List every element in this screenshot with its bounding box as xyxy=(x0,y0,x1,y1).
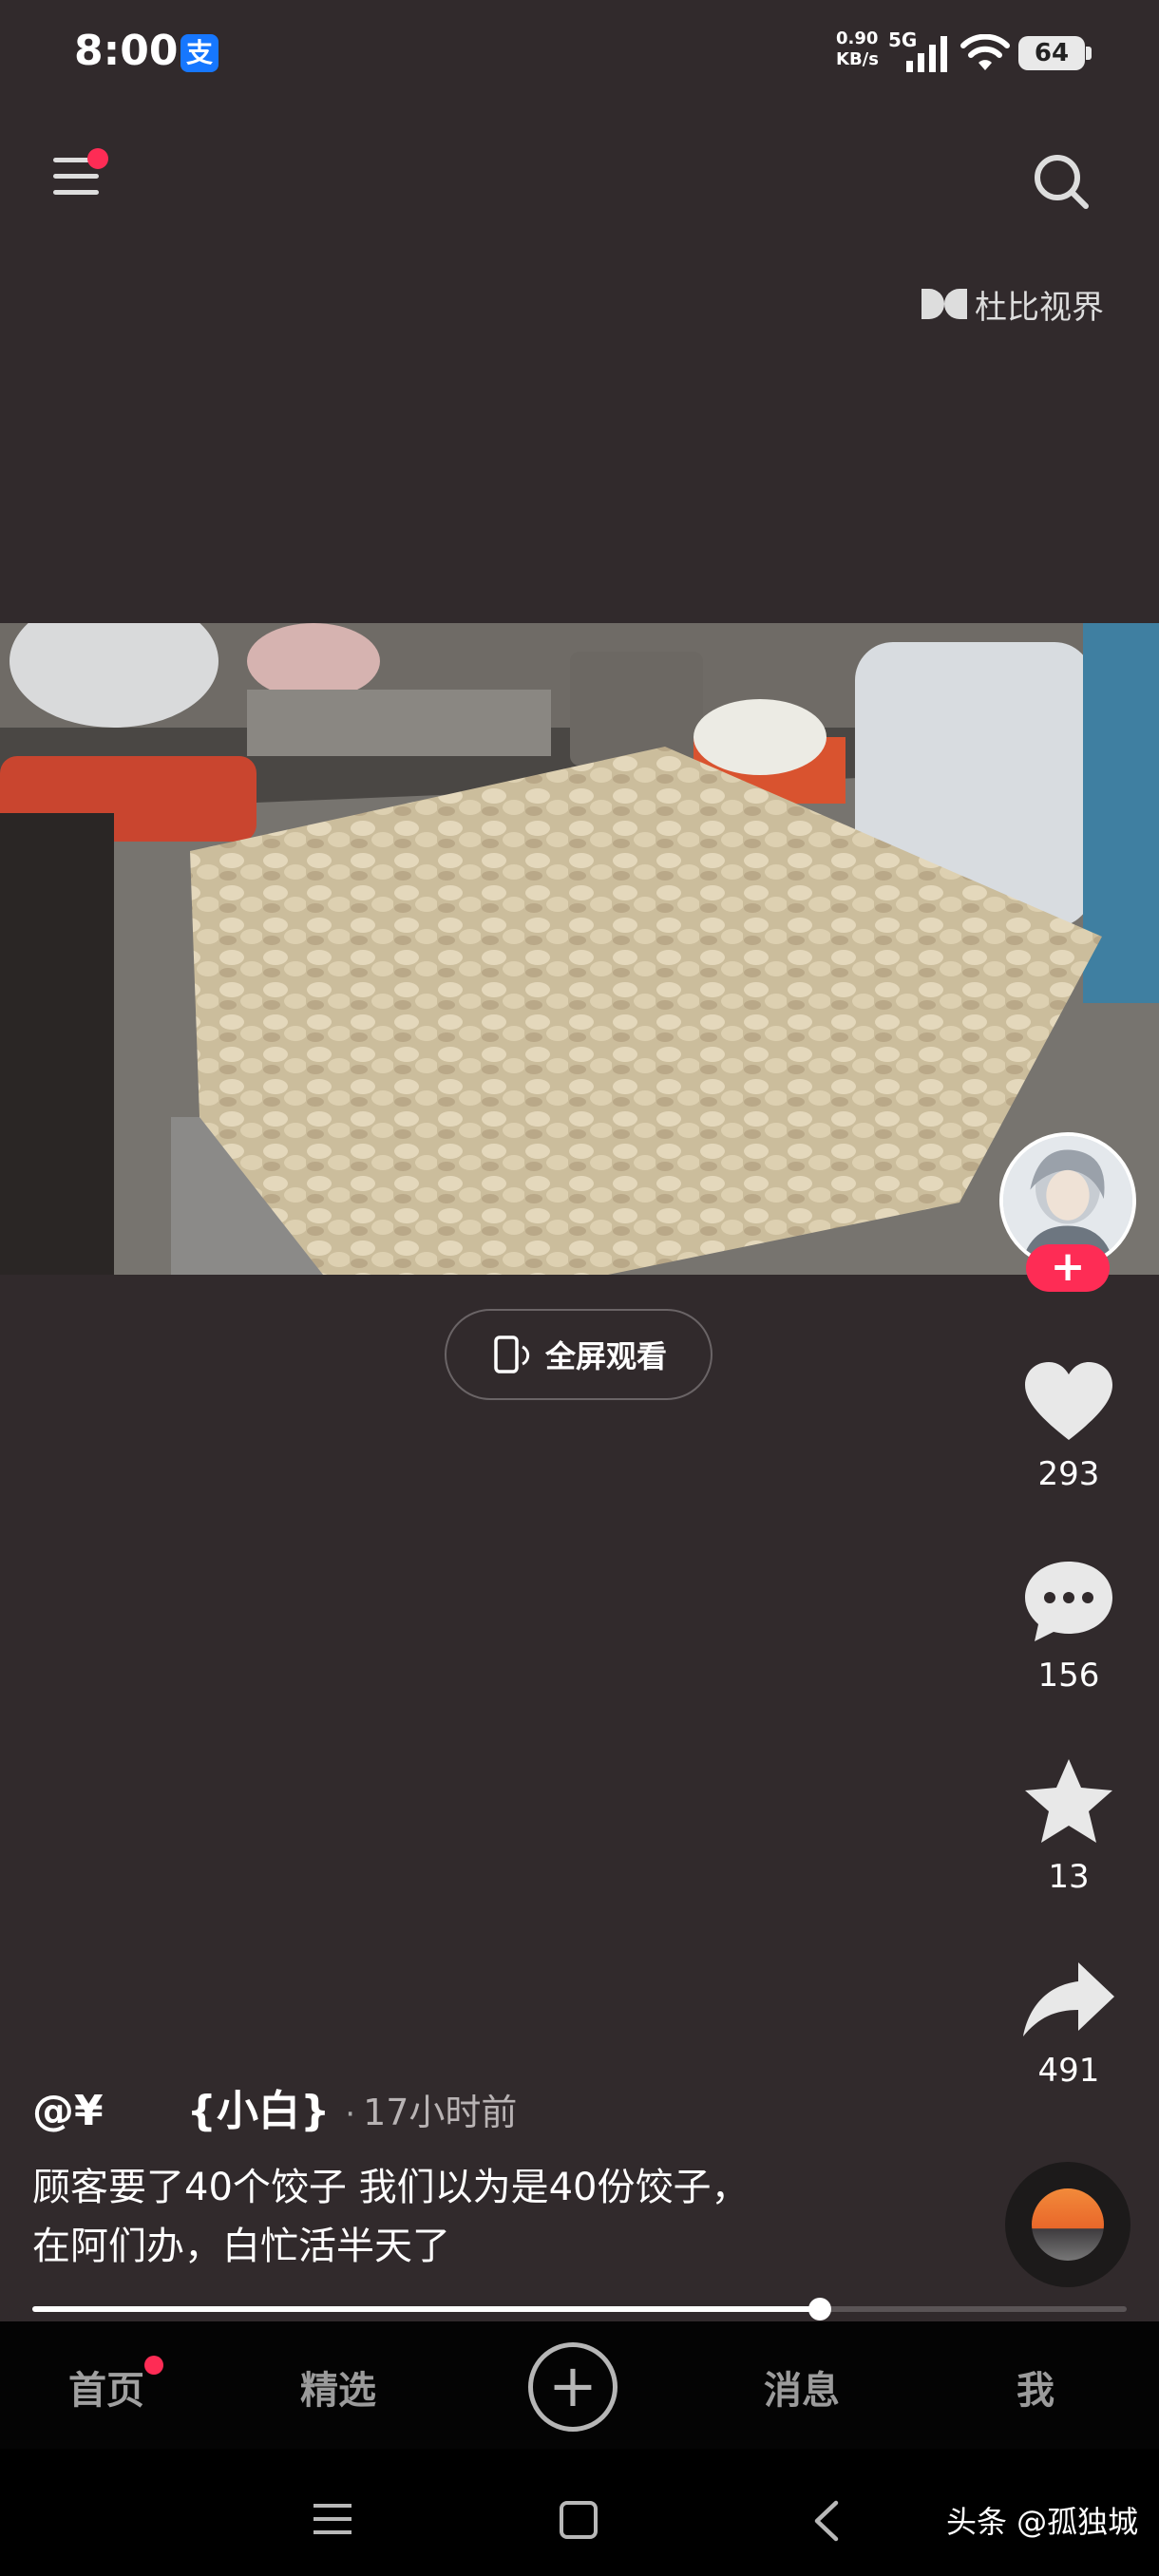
author-separator: · xyxy=(345,2095,356,2133)
fullscreen-label: 全屏观看 xyxy=(544,1338,667,1374)
rotate-screen-icon xyxy=(494,1335,530,1373)
author-line: @¥ {小白} · 17小时前 xyxy=(32,2076,517,2137)
share-count: 491 xyxy=(1037,2052,1100,2090)
status-bar: 8:00 支 0.90 KB/s 5G 64 xyxy=(0,0,1159,104)
post-time: 17小时前 xyxy=(363,2092,518,2133)
menu-notification-dot xyxy=(87,148,108,169)
dolby-label: 杜比视界 xyxy=(975,288,1104,327)
video-player[interactable] xyxy=(0,623,1159,1275)
network-speed-unit: KB/s xyxy=(836,49,879,69)
star-icon xyxy=(1025,1759,1112,1843)
network-speed: 0.90 KB/s xyxy=(836,28,893,70)
follow-button[interactable]: + xyxy=(1026,1244,1110,1292)
network-speed-value: 0.90 xyxy=(836,28,879,48)
author-name[interactable]: @¥ {小白} xyxy=(32,2076,330,2137)
recent-apps-icon[interactable] xyxy=(312,2500,353,2538)
bottom-nav: 首页 精选 + 消息 我 xyxy=(0,2321,1159,2449)
heart-icon xyxy=(1025,1362,1112,1440)
like-count: 293 xyxy=(1037,1455,1100,1493)
fullscreen-button[interactable]: 全屏观看 xyxy=(445,1309,712,1400)
video-frame-dumplings xyxy=(0,623,1159,1275)
alipay-notification-icon: 支 xyxy=(180,34,218,72)
caption-line: 在阿们办，白忙活半天了 xyxy=(32,2225,450,2268)
tab-me[interactable]: 我 xyxy=(1016,2359,1054,2415)
battery-tip xyxy=(1086,47,1092,60)
home-notification-dot xyxy=(144,2356,163,2375)
system-nav-bar: 头条 @孤独城 xyxy=(0,2449,1159,2576)
like-button[interactable]: 293 xyxy=(1007,1360,1130,1493)
favorite-count: 13 xyxy=(1048,1858,1090,1896)
tab-messages[interactable]: 消息 xyxy=(764,2359,840,2415)
tab-home[interactable]: 首页 xyxy=(68,2359,144,2415)
menu-icon-line xyxy=(53,190,99,195)
comment-icon xyxy=(1025,1562,1112,1641)
favorite-button[interactable]: 13 xyxy=(1007,1757,1130,1896)
tab-featured[interactable]: 精选 xyxy=(300,2359,376,2415)
create-post-button[interactable]: + xyxy=(528,2342,618,2432)
dolby-logo-icon xyxy=(922,289,967,319)
share-arrow-icon xyxy=(1023,1962,1114,2036)
wifi-icon xyxy=(960,34,1010,70)
video-caption[interactable]: 顾客要了40个饺子 我们以为是40份饺子， 在阿们办，白忙活半天了 xyxy=(32,2158,982,2276)
menu-icon-line xyxy=(53,174,99,179)
comment-count: 156 xyxy=(1037,1657,1100,1695)
battery-indicator: 64 xyxy=(1018,36,1085,70)
watermark: 头条 @孤独城 xyxy=(946,2504,1139,2540)
caption-line: 顾客要了40个饺子 我们以为是40份饺子， xyxy=(32,2166,750,2209)
comment-button[interactable]: 156 xyxy=(1007,1558,1130,1695)
share-button[interactable]: 491 xyxy=(1007,1960,1130,2090)
progress-fill xyxy=(32,2306,821,2312)
progress-knob[interactable] xyxy=(808,2298,832,2320)
signal-icon xyxy=(906,36,947,72)
dolby-vision-badge: 杜比视界 xyxy=(922,283,1104,327)
music-cover xyxy=(1032,2188,1104,2261)
video-progress-bar[interactable] xyxy=(32,2298,1127,2320)
home-icon[interactable] xyxy=(559,2500,598,2540)
status-time: 8:00 xyxy=(74,27,179,75)
back-icon[interactable] xyxy=(811,2500,840,2542)
search-icon[interactable] xyxy=(1032,152,1091,211)
